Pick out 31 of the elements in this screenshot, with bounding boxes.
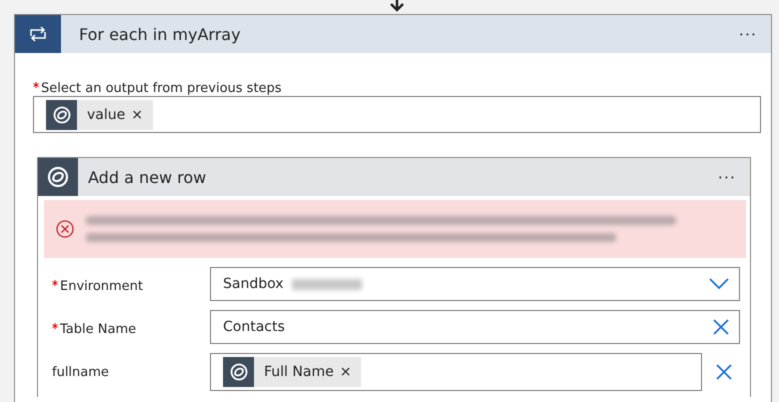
output-field[interactable]: value × [33,96,761,133]
required-asterisk-icon [33,82,39,88]
swirl-logo-icon [46,165,70,189]
loop-title: For each in myArray [79,24,242,44]
error-icon [56,220,74,238]
token-text: value [87,106,126,122]
required-asterisk-icon [52,280,58,286]
down-arrow-icon [389,0,405,12]
token-text: Full Name [264,364,334,380]
field-label: fullname [52,365,109,380]
swirl-logo-icon [228,362,248,382]
required-asterisk-icon [52,323,58,329]
blurred-text-drawing [292,278,362,290]
input-field[interactable]: Contacts [210,310,740,344]
chevron-down-icon[interactable] [709,278,729,290]
clear-icon[interactable] [716,364,732,380]
more-menu[interactable]: ··· [714,168,740,186]
more-menu[interactable]: ··· [734,24,761,44]
field-label: Table Name [52,322,136,337]
field-value: Contacts [223,319,285,335]
input-field[interactable]: Full Name × [210,353,702,391]
dropdown-field[interactable]: Sandbox [210,267,740,301]
field-value: Sandbox [223,276,284,292]
loop-icon [28,26,48,42]
clear-icon[interactable] [713,319,729,335]
swirl-logo-icon [52,104,72,124]
remove-token-button[interactable]: × [125,106,143,122]
field-label: Select an output from previous steps [33,81,282,96]
action-title: Add a new row [88,168,208,186]
field-label: Environment [52,279,144,294]
remove-token-button[interactable]: × [334,364,352,380]
